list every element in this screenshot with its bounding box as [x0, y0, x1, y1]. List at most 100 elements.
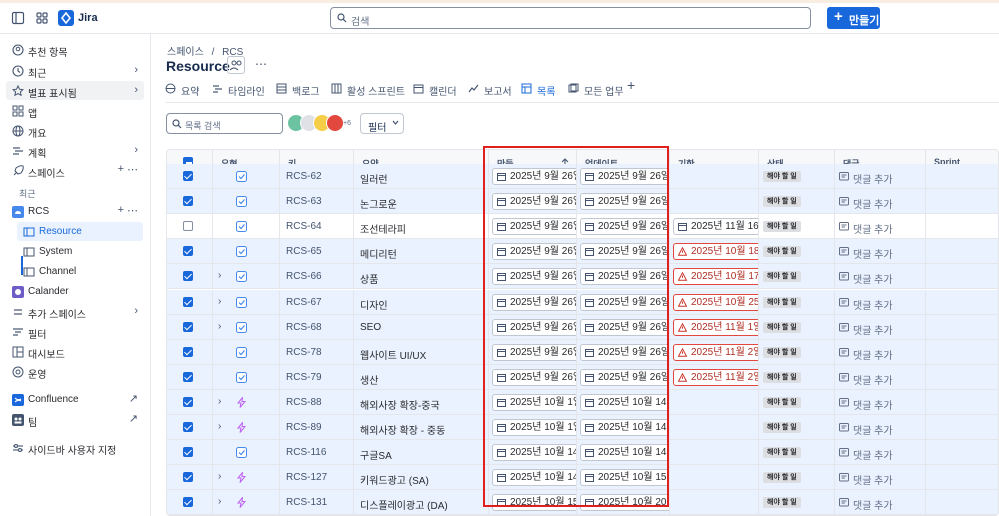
more-actions-icon[interactable]: ⋯ [255, 57, 267, 71]
row-checkbox[interactable] [183, 221, 193, 232]
cell-due[interactable]: 2025년 10월 18일 [670, 239, 759, 265]
sidebar-item-overview[interactable]: 개요 [6, 121, 144, 140]
due-date[interactable]: 2025년 11월 16일 [673, 218, 758, 236]
issue-summary[interactable]: 논그로운 [360, 196, 397, 211]
issue-summary[interactable]: 웹사이트 UI/UX [360, 347, 426, 362]
cell-sprint[interactable] [926, 465, 998, 490]
add-tab-plus-icon[interactable]: + [627, 77, 635, 97]
cell-sprint[interactable] [926, 264, 998, 289]
add-space-plus-icon[interactable]: + [118, 163, 124, 175]
status-badge[interactable]: 해야 할 일 [763, 196, 801, 208]
task-type-icon[interactable] [236, 271, 247, 283]
expand-chevron-icon[interactable]: › [218, 496, 221, 507]
sidebar-item-teams[interactable]: 팀 ↗ [6, 410, 144, 429]
cell-due[interactable] [670, 164, 759, 189]
issue-summary[interactable]: 일러런 [360, 171, 388, 186]
task-type-icon[interactable] [236, 296, 247, 308]
sidebar-item-channel[interactable]: Channel [17, 262, 143, 281]
issue-key-link[interactable]: RCS-127 [286, 472, 327, 483]
row-checkbox[interactable] [183, 296, 193, 307]
cell-due[interactable]: 2025년 10월 17일 [670, 264, 759, 290]
sidebar-item-dashboards[interactable]: 대시보드 [6, 342, 144, 361]
sidebar-item-recommended[interactable]: 추천 항목 [6, 40, 144, 59]
cell-sprint[interactable] [926, 415, 998, 440]
cell-sprint[interactable] [926, 164, 998, 189]
issue-key-link[interactable]: RCS-63 [286, 196, 322, 207]
avatar[interactable] [326, 114, 344, 132]
row-checkbox[interactable] [183, 497, 193, 508]
issue-summary[interactable]: SEO [360, 322, 381, 333]
status-badge[interactable]: 해야 할 일 [763, 371, 801, 383]
row-checkbox[interactable] [183, 422, 193, 432]
row-checkbox[interactable] [183, 447, 193, 458]
status-badge[interactable]: 해야 할 일 [763, 246, 801, 258]
expand-chevron-icon[interactable]: › [218, 270, 221, 281]
status-badge[interactable]: 해야 할 일 [763, 447, 801, 459]
issue-key-link[interactable]: RCS-62 [286, 171, 322, 182]
add-plus-icon[interactable]: + [118, 204, 124, 216]
row-checkbox[interactable] [183, 321, 193, 332]
epic-type-icon[interactable] [236, 396, 247, 408]
external-link-icon[interactable]: ↗ [129, 412, 138, 425]
chevron-right-icon[interactable]: › [134, 84, 138, 96]
issue-summary[interactable]: 키워드광고 (SA) [360, 472, 429, 487]
issue-key-link[interactable]: RCS-89 [286, 422, 322, 433]
issue-summary[interactable]: 해외사장 확장 - 중동 [360, 422, 445, 437]
sidebar-item-starred[interactable]: 별표 표시됨 › [6, 81, 144, 100]
epic-type-icon[interactable] [236, 497, 247, 509]
row-checkbox[interactable] [183, 371, 193, 382]
issue-summary[interactable]: 생산 [360, 372, 378, 387]
cell-sprint[interactable] [926, 290, 998, 315]
cell-due[interactable] [670, 189, 759, 215]
sidebar-item-resource[interactable]: Resource [17, 222, 143, 241]
status-badge[interactable]: 해야 할 일 [763, 321, 801, 333]
expand-chevron-icon[interactable]: › [218, 421, 221, 432]
issue-key-link[interactable]: RCS-78 [286, 347, 322, 358]
more-icon[interactable]: ⋯ [127, 163, 138, 176]
issue-summary[interactable]: 메디리턴 [360, 246, 397, 261]
row-checkbox[interactable] [183, 171, 193, 181]
list-search-input[interactable]: 목록 검색 [166, 113, 283, 134]
row-checkbox[interactable] [183, 396, 193, 407]
task-type-icon[interactable] [236, 321, 247, 333]
issue-summary[interactable]: 디스플레이광고 (DA) [360, 497, 448, 512]
issue-key-link[interactable]: RCS-66 [286, 271, 322, 282]
create-button[interactable]: + 만들기 [827, 7, 880, 29]
issue-key-link[interactable]: RCS-131 [286, 497, 327, 508]
cell-due[interactable]: 2025년 11월 1일 [670, 314, 759, 340]
sidebar-item-customize[interactable]: 사이드바 사용자 지정 [6, 438, 148, 457]
sidebar-space-calander[interactable]: Calander [6, 282, 144, 301]
cell-sprint[interactable] [926, 340, 998, 365]
cell-due[interactable] [670, 465, 759, 491]
task-type-icon[interactable] [236, 346, 247, 358]
issue-summary[interactable]: 디자인 [360, 297, 388, 312]
issue-key-link[interactable]: RCS-79 [286, 372, 322, 383]
app-name[interactable]: Jira [78, 12, 98, 24]
epic-type-icon[interactable] [236, 472, 247, 484]
cell-due[interactable]: 2025년 11월 16일 [670, 214, 759, 240]
status-badge[interactable]: 해야 할 일 [763, 497, 801, 509]
sidebar-item-spaces[interactable]: 스페이스 + ⋯ [6, 161, 144, 180]
row-checkbox[interactable] [183, 472, 193, 483]
issue-key-link[interactable]: RCS-64 [286, 221, 322, 232]
task-type-icon[interactable] [236, 246, 247, 258]
issue-key-link[interactable]: RCS-65 [286, 246, 322, 257]
cell-sprint[interactable] [926, 490, 998, 515]
due-date[interactable]: 2025년 10월 18일 [673, 243, 758, 261]
more-icon[interactable]: ⋯ [127, 204, 138, 217]
status-badge[interactable]: 해야 할 일 [763, 221, 801, 233]
filter-button[interactable]: 필터 [360, 113, 404, 134]
avatar-more-count[interactable]: +6 [343, 120, 351, 127]
cell-sprint[interactable] [926, 390, 998, 415]
row-checkbox[interactable] [183, 346, 193, 357]
issue-summary[interactable]: 조선테라피 [360, 221, 406, 236]
issue-key-link[interactable]: RCS-88 [286, 397, 322, 408]
cell-due[interactable]: 2025년 10월 25일 [670, 289, 759, 315]
sidebar-item-more-spaces[interactable]: 추가 스페이스 › [6, 302, 144, 321]
team-button[interactable] [227, 56, 245, 74]
issue-summary[interactable]: 해외사장 확장-중국 [360, 397, 440, 412]
expand-chevron-icon[interactable]: › [218, 471, 221, 482]
status-badge[interactable]: 해야 할 일 [763, 346, 801, 358]
cell-due[interactable] [670, 389, 759, 415]
task-type-icon[interactable] [236, 447, 247, 459]
